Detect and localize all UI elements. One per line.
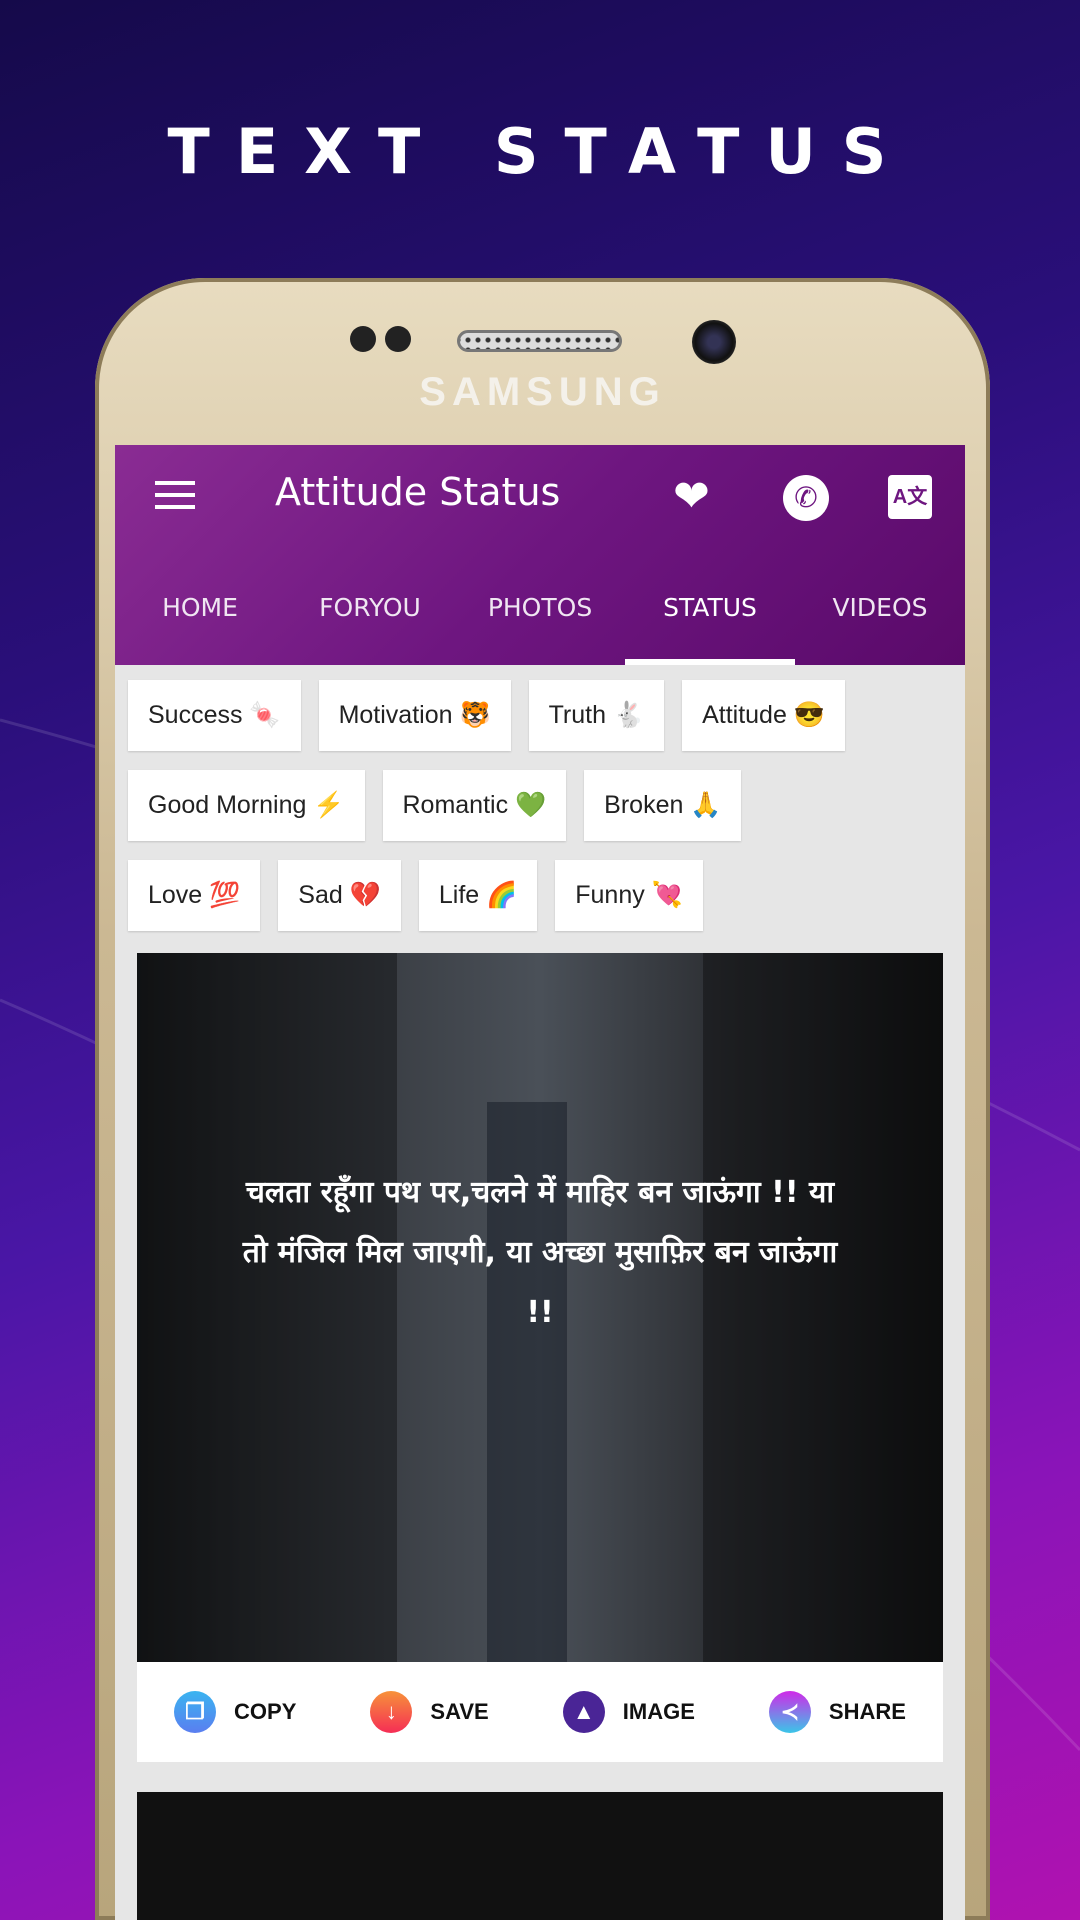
image-label: IMAGE: [622, 1699, 695, 1724]
share-icon: ≺: [768, 1691, 811, 1733]
share-label: SHARE: [828, 1699, 906, 1724]
status-quote: चलता रहूँगा पथ पर,चलने में माहिर बन जाऊं…: [242, 1175, 838, 1330]
translate-icon[interactable]: A文: [888, 475, 932, 519]
chip-success[interactable]: Success 🍬: [128, 680, 301, 751]
chip-attitude[interactable]: Attitude 😎: [682, 680, 845, 751]
tab-bar: HOME FORYOU PHOTOS STATUS VIDEOS: [115, 593, 965, 622]
share-button[interactable]: ≺ SHARE: [768, 1691, 906, 1733]
chip-motivation[interactable]: Motivation 🐯: [318, 680, 511, 751]
chip-good-morning[interactable]: Good Morning ⚡: [128, 770, 365, 841]
action-bar: ❐ COPY ↓ SAVE ▲ IMAGE ≺ SHARE: [137, 1662, 943, 1762]
download-icon: ↓: [370, 1691, 413, 1733]
headline: TEXT STATUS: [167, 115, 913, 188]
copy-button[interactable]: ❐ COPY: [174, 1691, 296, 1733]
sensor: [385, 326, 411, 352]
active-tab-indicator: [625, 659, 795, 665]
chip-broken[interactable]: Broken 🙏: [584, 770, 742, 841]
tab-status[interactable]: STATUS: [625, 593, 795, 622]
chip-truth[interactable]: Truth 🐇: [528, 680, 665, 751]
chip-love[interactable]: Love 💯: [128, 860, 261, 931]
chip-sad[interactable]: Sad 💔: [278, 860, 401, 931]
front-camera: [692, 320, 736, 364]
image-button[interactable]: ▲ IMAGE: [562, 1691, 695, 1733]
tab-home[interactable]: HOME: [115, 593, 285, 622]
chip-romantic[interactable]: Romantic 💚: [382, 770, 567, 841]
whatsapp-icon[interactable]: ✆: [783, 475, 829, 521]
sensor: [350, 326, 376, 352]
save-label: SAVE: [430, 1699, 489, 1724]
category-chips: Success 🍬 Motivation 🐯 Truth 🐇 Attitude …: [115, 665, 965, 931]
app-screen: Attitude Status ❤ ✆ A文 HOME FORYOU PHOTO…: [115, 445, 965, 1920]
chip-funny[interactable]: Funny 💘: [555, 860, 703, 931]
copy-icon: ❐: [174, 1691, 217, 1733]
chip-life[interactable]: Life 🌈: [418, 860, 538, 931]
tab-videos[interactable]: VIDEOS: [795, 593, 965, 622]
app-title: Attitude Status: [275, 470, 561, 514]
next-status-card: [137, 1792, 943, 1920]
status-card-image: चलता रहूँगा पथ पर,चलने में माहिर बन जाऊं…: [137, 953, 943, 1662]
tab-foryou[interactable]: FORYOU: [285, 593, 455, 622]
heart-icon[interactable]: ❤: [673, 471, 710, 522]
image-icon: ▲: [562, 1691, 605, 1733]
menu-icon[interactable]: [155, 481, 195, 509]
speaker-grille: [457, 330, 622, 352]
app-bar: Attitude Status ❤ ✆ A文 HOME FORYOU PHOTO…: [115, 445, 965, 665]
tab-photos[interactable]: PHOTOS: [455, 593, 625, 622]
save-button[interactable]: ↓ SAVE: [370, 1691, 489, 1733]
copy-label: COPY: [234, 1699, 297, 1724]
phone-brand: SAMSUNG: [419, 370, 666, 414]
